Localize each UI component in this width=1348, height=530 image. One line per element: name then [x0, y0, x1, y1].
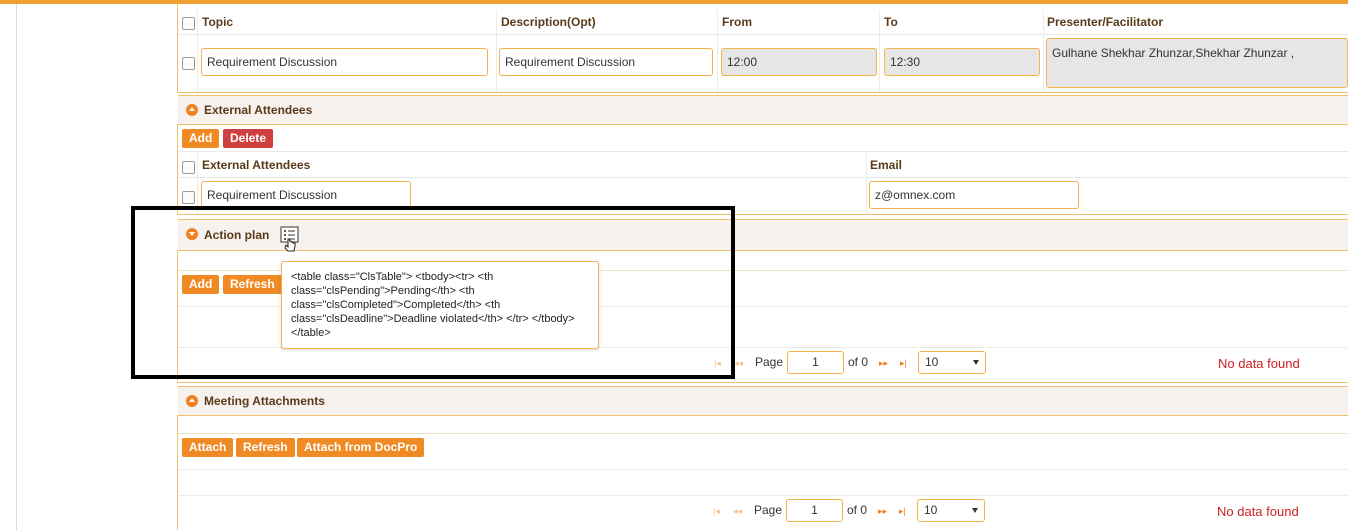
presenter-header: Presenter/Facilitator: [1047, 15, 1164, 29]
section-title: External Attendees: [204, 103, 313, 117]
topic-header: Topic: [202, 15, 234, 29]
refresh-attachments-button[interactable]: Refresh: [236, 438, 295, 457]
description-input[interactable]: Requirement Discussion: [499, 48, 713, 76]
meeting-attachments-header[interactable]: Meeting Attachments: [178, 386, 1348, 416]
section-title: Meeting Attachments: [204, 394, 325, 408]
next-page-icon[interactable]: ▸▸: [879, 358, 888, 369]
col-divider: [1043, 10, 1044, 92]
page-label: Page: [755, 355, 784, 369]
attendee-email-input[interactable]: z@omnex.com: [869, 181, 1079, 209]
last-page-icon[interactable]: ▸|: [900, 358, 907, 369]
page-size-select[interactable]: 10: [917, 499, 985, 522]
attach-toolbar-rule: [178, 433, 1348, 434]
last-page-icon[interactable]: ▸|: [899, 506, 906, 517]
select-all-attendees-checkbox[interactable]: [182, 161, 195, 174]
delete-attendee-button[interactable]: Delete: [223, 129, 274, 148]
next-page-icon[interactable]: ▸▸: [878, 506, 887, 517]
chevron-down-icon: [972, 508, 978, 513]
description-header: Description(Opt): [501, 15, 596, 29]
attendee-top-rule: [178, 151, 1348, 152]
collapse-arrow-icon[interactable]: [186, 395, 198, 407]
page-size-value: 10: [925, 355, 939, 369]
from-header: From: [722, 15, 752, 29]
prev-page-icon[interactable]: ◂◂: [733, 506, 742, 517]
col-divider: [866, 152, 867, 214]
topic-header-rule: [178, 34, 1348, 35]
page-label: Page: [754, 503, 783, 517]
collapse-arrow-icon[interactable]: [186, 104, 198, 116]
attendee-header-rule: [178, 177, 1348, 178]
no-data-message: No data found: [1218, 356, 1300, 371]
page-size-select[interactable]: 10: [918, 351, 986, 374]
highlight-frame: [131, 206, 735, 379]
no-data-message: No data found: [1217, 504, 1299, 519]
presenter-field[interactable]: Gulhane Shekhar Zhunzar,Shekhar Zhunzar …: [1046, 38, 1348, 88]
page-count: of 0: [847, 503, 868, 517]
email-col-header: Email: [870, 158, 903, 172]
page-size-value: 10: [924, 503, 938, 517]
page-number-input[interactable]: 1: [787, 351, 844, 374]
col-divider: [197, 10, 198, 92]
page-number-input[interactable]: 1: [786, 499, 843, 522]
attendee-name-input[interactable]: Requirement Discussion: [201, 181, 411, 209]
attach-pager-rule: [178, 495, 1348, 496]
to-time-input[interactable]: 12:30: [884, 48, 1040, 76]
left-divider: [16, 4, 17, 530]
col-divider: [197, 152, 198, 214]
chevron-down-icon: [973, 360, 979, 365]
topic-input[interactable]: Requirement Discussion: [201, 48, 488, 76]
page-count: of 0: [848, 355, 869, 369]
attach-button[interactable]: Attach: [182, 438, 234, 457]
to-header: To: [884, 15, 898, 29]
col-divider: [496, 10, 497, 92]
attach-grid-rule: [178, 469, 1348, 470]
col-divider: [879, 10, 880, 92]
from-time-input[interactable]: 12:00: [721, 48, 877, 76]
topic-row-checkbox[interactable]: [182, 57, 195, 70]
add-attendee-button[interactable]: Add: [182, 129, 220, 148]
prev-page-icon[interactable]: ◂◂: [734, 358, 743, 369]
attendee-row-checkbox[interactable]: [182, 191, 195, 204]
external-attendees-header[interactable]: External Attendees: [178, 95, 1348, 125]
select-all-topics-checkbox[interactable]: [182, 17, 195, 30]
first-page-icon[interactable]: |◂: [713, 506, 720, 517]
col-divider: [717, 10, 718, 92]
attach-from-docpro-button[interactable]: Attach from DocPro: [297, 438, 425, 457]
external-attendees-col-header: External Attendees: [202, 158, 311, 172]
